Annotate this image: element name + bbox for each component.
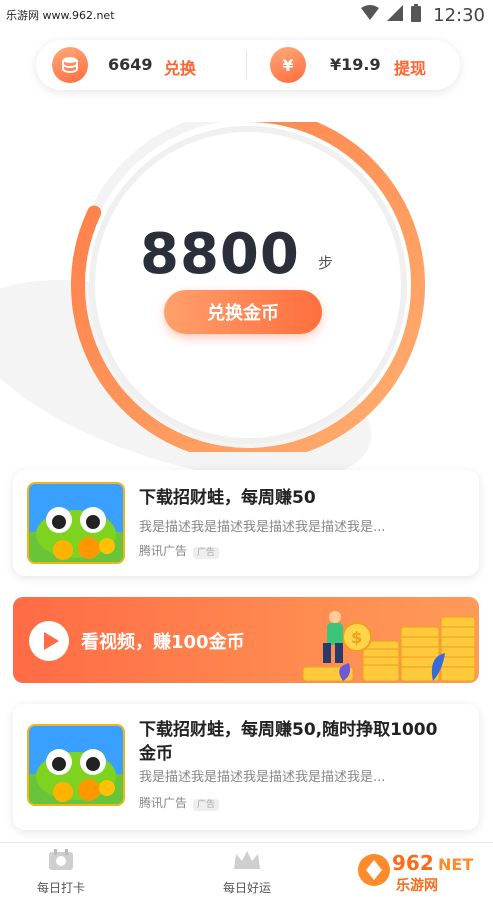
svg-text:NET: NET [438, 855, 473, 874]
step-count: 8800 [140, 222, 300, 287]
wifi-icon [361, 5, 380, 25]
ad-source: 腾讯广告 广告 [139, 542, 220, 559]
banner-text: 看视频，赚100金币 [81, 632, 245, 653]
status-bar: 乐游网 www.962.net 12:30 [0, 0, 493, 30]
play-icon [29, 621, 69, 661]
signal-icon [387, 5, 404, 25]
step-unit: 步 [318, 254, 334, 272]
frog-game-thumbnail [27, 724, 125, 806]
ad-tag: 广告 [193, 799, 220, 811]
balance-bar: 6649 兑换 ¥ ¥19.9 提现 [36, 40, 460, 90]
ad-description: 我是描述我是描述我是描述我是描述我是... [139, 770, 386, 785]
withdraw-link[interactable]: 提现 [394, 55, 426, 79]
ad-title: 下载招财蛙，每周赚50 [139, 488, 316, 508]
svg-text:乐游网: 乐游网 [396, 877, 438, 894]
ad-source: 腾讯广告 广告 [139, 794, 220, 811]
svg-text:962: 962 [392, 851, 434, 875]
calendar-check-icon [16, 849, 106, 875]
cash-balance: ¥19.9 [330, 55, 381, 74]
site-watermark-logo: 962 NET 乐游网 [356, 846, 488, 900]
battery-icon [411, 4, 422, 26]
ad-source-label: 腾讯广告 [139, 796, 188, 810]
coin-balance: 6649 [108, 55, 153, 74]
svg-text:$: $ [351, 628, 362, 647]
ad-source-label: 腾讯广告 [139, 544, 188, 558]
ad-card[interactable]: 下载招财蛙，每周赚50,随时挣取1000金币 我是描述我是描述我是描述我是描述我… [13, 704, 479, 830]
exchange-coins-link[interactable]: 兑换 [164, 55, 196, 79]
ad-description: 我是描述我是描述我是描述我是描述我是... [139, 520, 386, 535]
nav-label: 每日好运 [222, 881, 271, 895]
yuan-icon: ¥ [270, 47, 306, 83]
nav-label: 每日打卡 [36, 881, 85, 895]
ad-tag: 广告 [193, 547, 220, 559]
watermark-text: 乐游网 www.962.net [6, 9, 115, 22]
step-progress-ring [62, 108, 432, 462]
nav-item-daily-checkin[interactable]: 每日打卡 [16, 849, 106, 896]
coins-illustration: $ [302, 611, 476, 682]
ad-card[interactable]: 下载招财蛙，每周赚50 我是描述我是描述我是描述我是描述我是... 腾讯广告 广告 [13, 470, 479, 576]
exchange-coins-button[interactable]: 兑换金币 [164, 290, 322, 334]
divider [246, 51, 247, 79]
crown-icon [202, 849, 292, 875]
watch-video-banner[interactable]: 看视频，赚100金币 $ [13, 597, 479, 683]
clock-time: 12:30 [433, 4, 485, 26]
coin-stack-icon [52, 47, 88, 83]
nav-item-daily-luck[interactable]: 每日好运 [202, 849, 292, 896]
status-icons: 12:30 [361, 4, 485, 26]
ad-title: 下载招财蛙，每周赚50,随时挣取1000金币 [139, 720, 438, 764]
frog-game-thumbnail [27, 482, 125, 564]
